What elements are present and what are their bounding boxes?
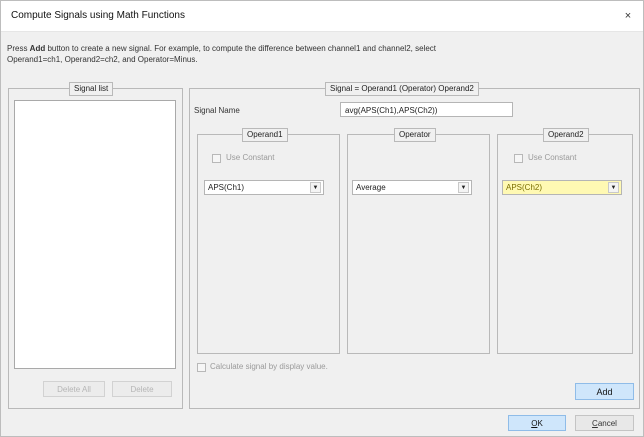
signal-listbox[interactable] bbox=[14, 100, 176, 369]
close-icon[interactable]: × bbox=[619, 7, 637, 25]
cancel-label-rest: ancel bbox=[597, 419, 617, 428]
signal-definition-group: Signal = Operand1 (Operator) Operand2 Si… bbox=[189, 82, 640, 409]
dialog-window: Compute Signals using Math Functions × P… bbox=[0, 0, 644, 437]
operator-select[interactable]: Average ▼ bbox=[352, 180, 472, 195]
instructions-prefix: Press bbox=[7, 44, 30, 53]
delete-button[interactable]: Delete bbox=[112, 381, 172, 397]
operator-value: Average bbox=[356, 183, 386, 192]
signal-name-input[interactable]: avg(APS(Ch1),APS(Ch2)) bbox=[340, 102, 513, 117]
chevron-down-icon[interactable]: ▼ bbox=[608, 182, 619, 193]
operand2-use-constant-label: Use Constant bbox=[528, 153, 577, 162]
operand1-caption: Operand1 bbox=[242, 128, 288, 142]
dialog-title: Compute Signals using Math Functions bbox=[11, 10, 185, 21]
operand1-select[interactable]: APS(Ch1) ▼ bbox=[204, 180, 324, 195]
instructions-text: Press Add button to create a new signal.… bbox=[7, 43, 627, 65]
chevron-down-icon[interactable]: ▼ bbox=[310, 182, 321, 193]
operand2-value: APS(Ch2) bbox=[506, 183, 543, 192]
display-value-label: Calculate signal by display value. bbox=[210, 362, 328, 371]
operand2-caption: Operand2 bbox=[543, 128, 589, 142]
instructions-line1: button to create a new signal. For examp… bbox=[45, 44, 437, 53]
operand2-select[interactable]: APS(Ch2) ▼ bbox=[502, 180, 622, 195]
display-value-checkbox[interactable] bbox=[197, 363, 206, 372]
operand2-use-constant-checkbox[interactable] bbox=[514, 154, 523, 163]
signal-definition-caption: Signal = Operand1 (Operator) Operand2 bbox=[325, 82, 479, 96]
instructions-line2: Operand1=ch1, Operand2=ch2, and Operator… bbox=[7, 55, 198, 64]
add-button[interactable]: Add bbox=[575, 383, 634, 400]
delete-all-button[interactable]: Delete All bbox=[43, 381, 105, 397]
ok-label-rest: K bbox=[537, 419, 543, 428]
chevron-down-icon[interactable]: ▼ bbox=[458, 182, 469, 193]
operand1-group: Operand1 Use Constant APS(Ch1) ▼ bbox=[197, 128, 340, 354]
instructions-add-word: Add bbox=[29, 44, 46, 53]
signal-list-group: Signal list Delete All Delete bbox=[8, 82, 183, 409]
cancel-button[interactable]: Cancel bbox=[575, 415, 634, 431]
operand2-group: Operand2 Use Constant APS(Ch2) ▼ bbox=[497, 128, 633, 354]
operand1-use-constant-checkbox[interactable] bbox=[212, 154, 221, 163]
operand1-value: APS(Ch1) bbox=[208, 183, 245, 192]
operator-caption: Operator bbox=[394, 128, 436, 142]
operand1-use-constant-label: Use Constant bbox=[226, 153, 275, 162]
operator-group: Operator Average ▼ bbox=[347, 128, 490, 354]
signal-list-caption: Signal list bbox=[69, 82, 114, 96]
signal-name-label: Signal Name bbox=[194, 106, 240, 115]
title-bar: Compute Signals using Math Functions × bbox=[1, 1, 643, 32]
ok-button[interactable]: OK bbox=[508, 415, 566, 431]
